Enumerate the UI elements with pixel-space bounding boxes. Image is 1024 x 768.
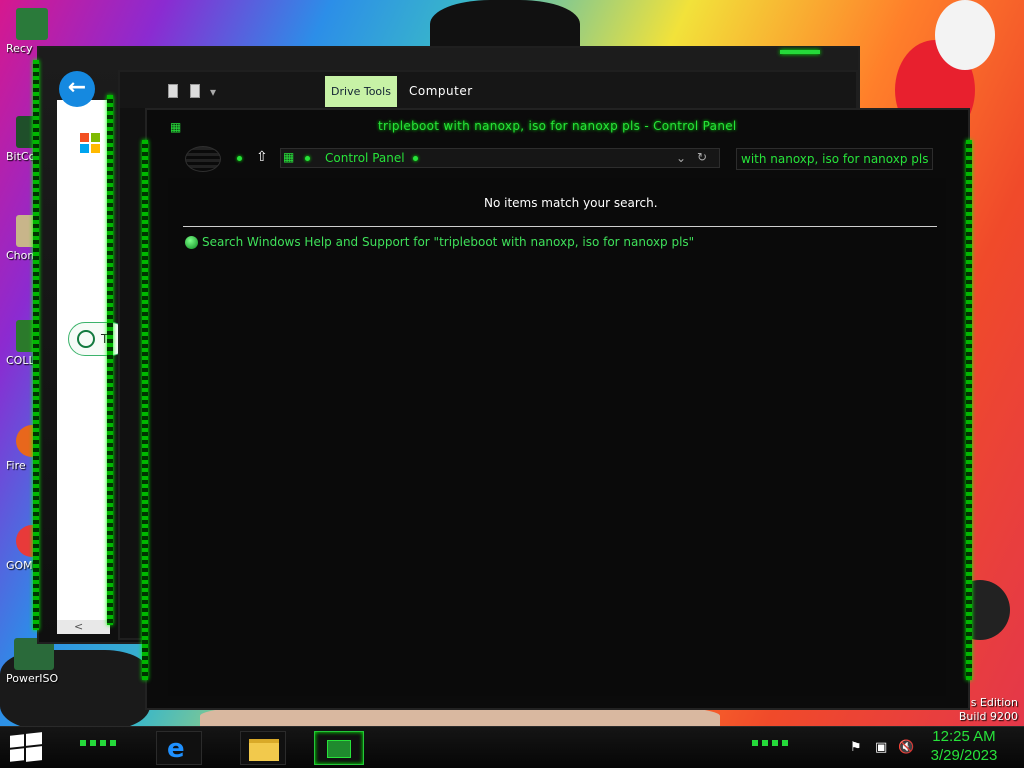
back-window-left-glow (33, 60, 39, 630)
taskbar-file-explorer[interactable] (240, 731, 286, 765)
help-icon (185, 236, 198, 249)
quick-access-dropdown-icon[interactable]: ▾ (210, 85, 216, 99)
desktop-icon-label: PowerISO (6, 672, 59, 685)
watermark-build: Build 9200 (958, 710, 1018, 723)
computer-window-left-glow (107, 95, 113, 625)
control-panel-icon (327, 740, 351, 758)
results-separator (183, 226, 937, 227)
internet-explorer-icon: e (167, 734, 185, 764)
address-separator-dot (305, 156, 310, 161)
back-forward-orb-button[interactable] (185, 146, 221, 172)
control-panel-left-glow (142, 140, 148, 680)
taskbar-right-glow (752, 740, 792, 746)
computer-window-title: Computer (409, 84, 473, 98)
search-help-link[interactable]: Search Windows Help and Support for "tri… (202, 235, 694, 249)
scroll-left-button[interactable]: < (57, 620, 110, 634)
wallpaper-white-shape (935, 0, 995, 70)
compass-icon (77, 330, 95, 348)
control-panel-right-glow (966, 140, 972, 680)
address-end-dot (413, 156, 418, 161)
recent-locations-dot[interactable] (237, 156, 242, 161)
start-button[interactable] (10, 732, 42, 763)
control-panel-address-icon: ▦ (283, 150, 295, 164)
control-panel-title-icon: ▦ (170, 120, 182, 134)
address-bar-text[interactable]: Control Panel (325, 151, 405, 165)
volume-muted-icon[interactable]: 🔇 (898, 740, 914, 755)
taskbar-internet-explorer[interactable]: e (156, 731, 202, 765)
taskbar-control-panel[interactable] (314, 731, 364, 765)
back-window-top-glow (780, 50, 820, 54)
search-input[interactable]: with nanoxp, iso for nanoxp pls (736, 148, 933, 170)
desktop-icon-poweriso[interactable]: PowerISO (6, 638, 66, 685)
up-arrow-icon[interactable]: ⇧ (256, 149, 268, 165)
back-window-left-pane (57, 100, 110, 634)
no-results-message: No items match your search. (484, 196, 658, 210)
address-dropdown-icon[interactable]: ⌄ (676, 151, 686, 165)
clock-time: 12:25 AM (932, 728, 996, 745)
flag-icon[interactable]: ⚑ (850, 740, 862, 755)
taskbar-left-glow (80, 740, 120, 746)
quick-access-properties-icon[interactable] (168, 84, 178, 98)
folder-icon (249, 739, 279, 761)
quick-access-new-folder-icon[interactable] (190, 84, 200, 98)
taskbar-clock[interactable]: 12:25 AM 3/29/2023 (924, 727, 1004, 765)
microsoft-logo-icon (80, 133, 100, 153)
results-pane (168, 178, 946, 696)
computer-window-toolbar (120, 72, 856, 108)
drive-tools-tab[interactable]: Drive Tools (325, 76, 397, 107)
taskbar (0, 726, 1024, 768)
network-icon[interactable]: ▣ (875, 740, 887, 755)
refresh-icon[interactable]: ↻ (697, 150, 707, 164)
recycle-bin-icon (16, 8, 48, 40)
control-panel-title: tripleboot with nanoxp, iso for nanoxp p… (378, 119, 737, 133)
clock-date: 3/29/2023 (930, 747, 998, 764)
back-arrow-button[interactable]: ← (59, 71, 95, 107)
